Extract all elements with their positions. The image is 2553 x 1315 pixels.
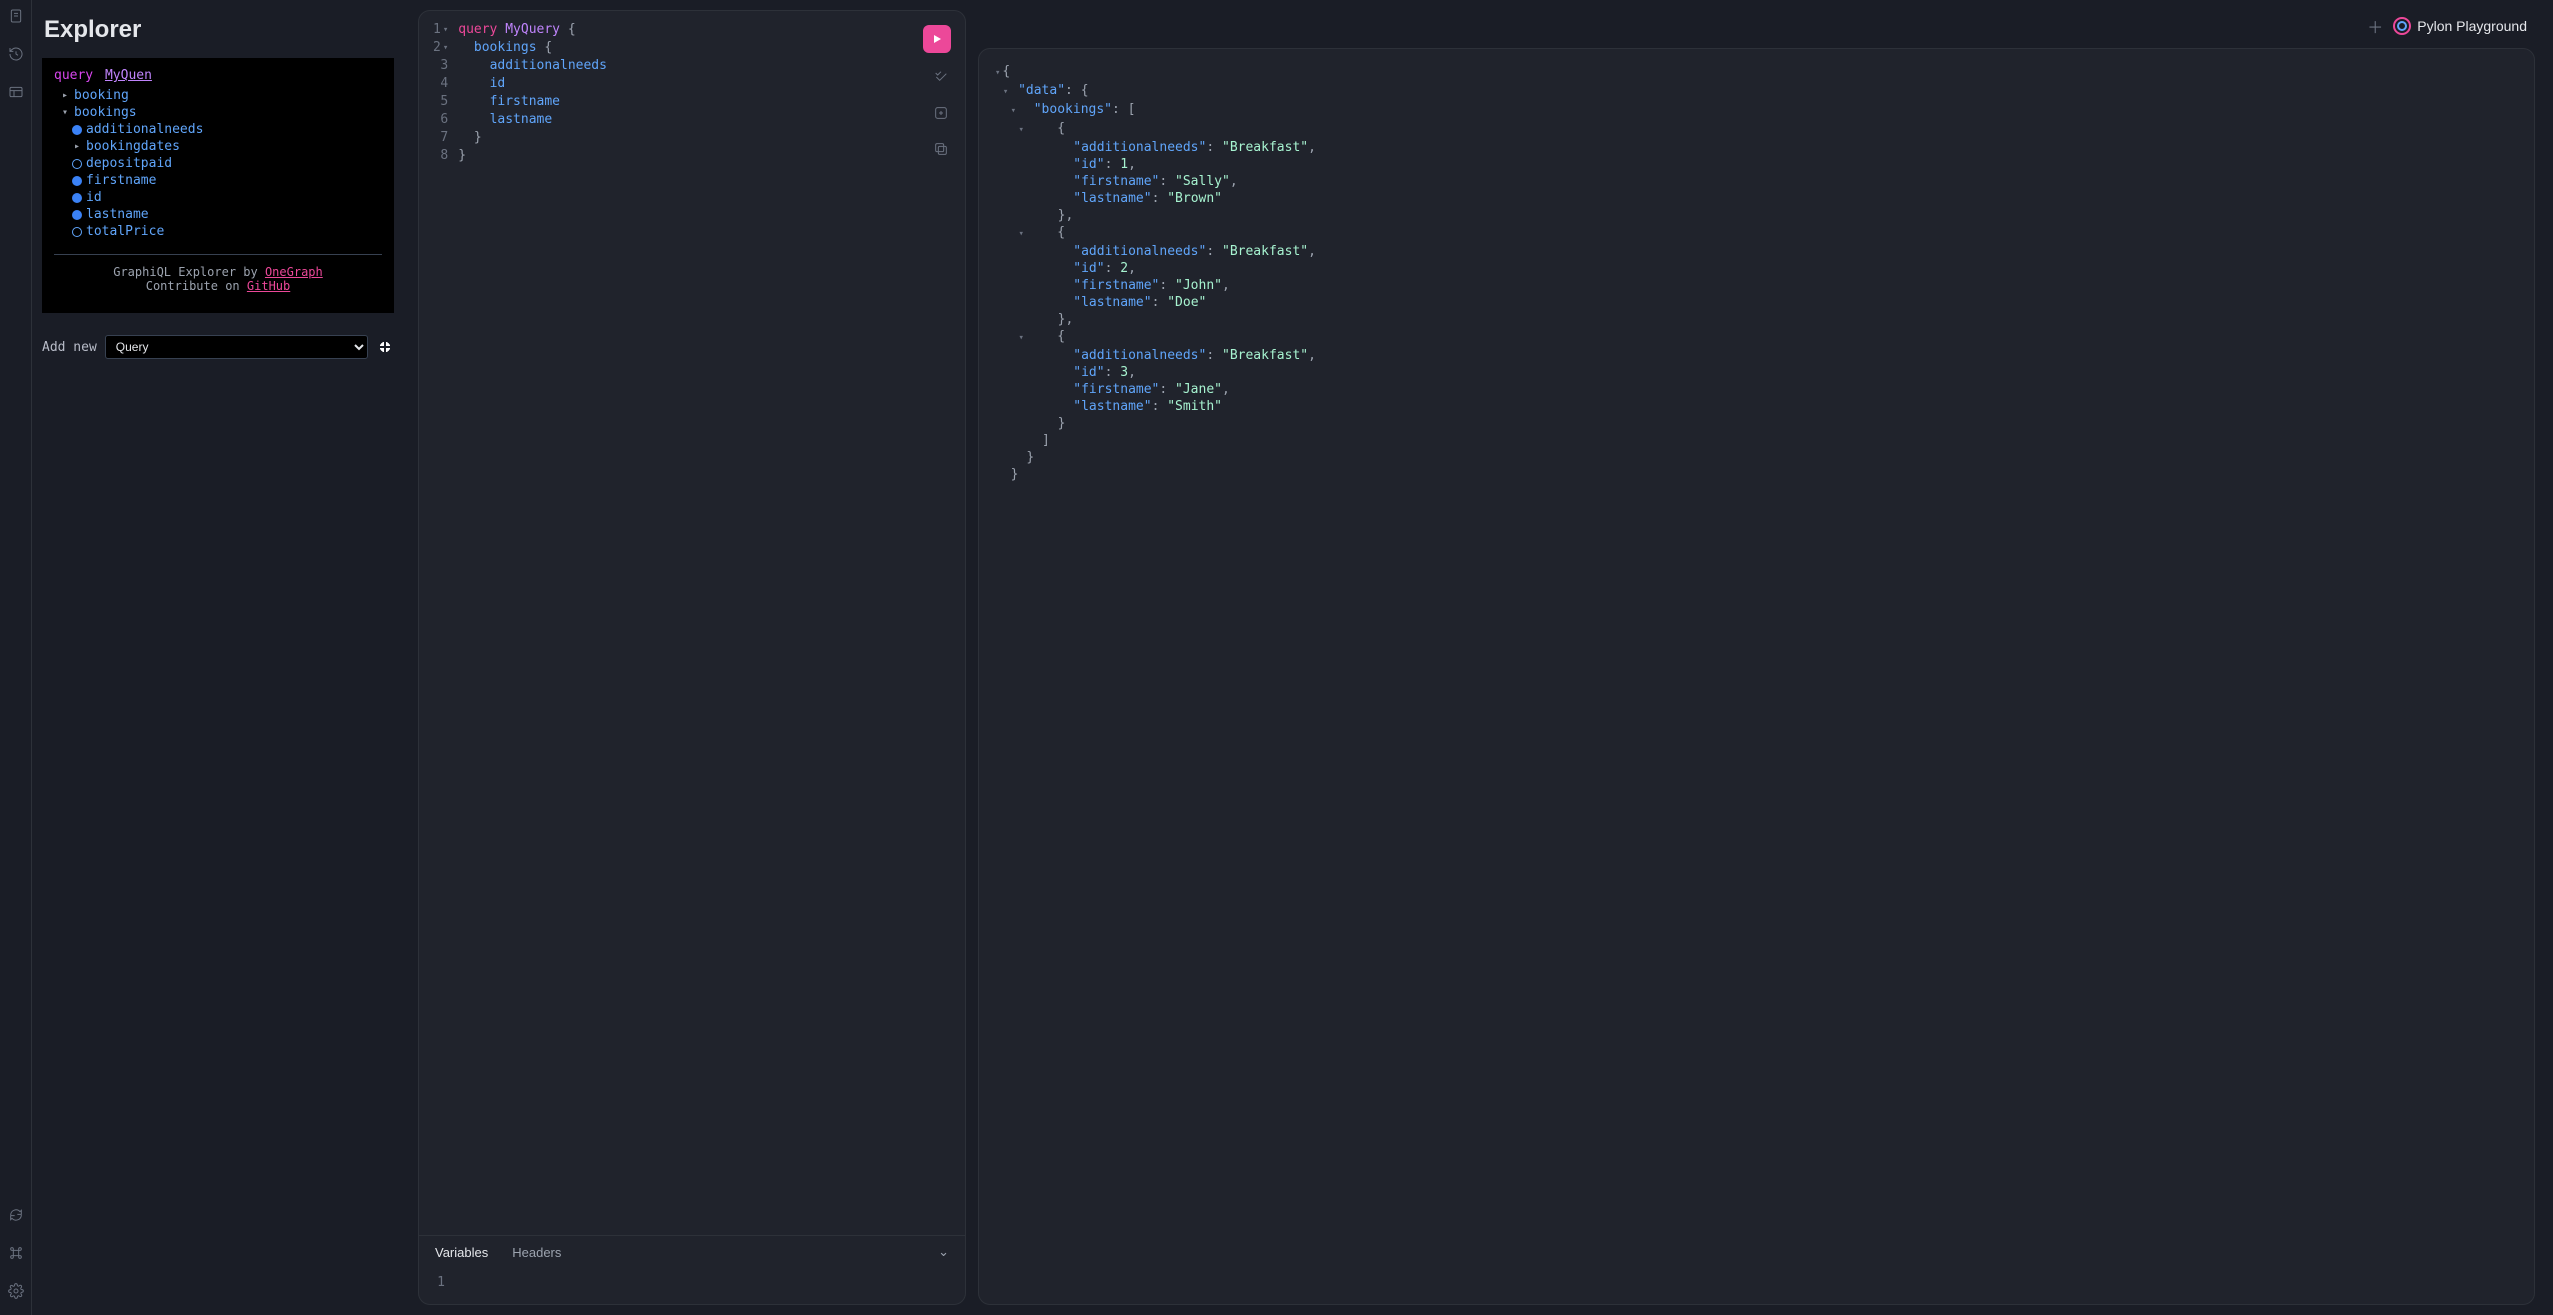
response-body[interactable]: ▾{ ▾ "data": { ▾ "bookings": [ ▾ { "addi… (978, 48, 2535, 1305)
explorer-field-bookingdates[interactable]: bookingdates (54, 138, 382, 155)
collapse-vars-icon[interactable]: ⌄ (938, 1244, 949, 1260)
line-number: 6 (433, 111, 448, 129)
unchecked-field-icon[interactable] (72, 159, 82, 169)
field-label: bookings (74, 105, 137, 120)
fold-icon[interactable]: ▾ (443, 39, 448, 57)
explorer-field-id[interactable]: id (54, 189, 382, 206)
field-label: id (86, 190, 102, 205)
explorer-field-lastname[interactable]: lastname (54, 206, 382, 223)
checked-field-icon[interactable] (72, 210, 82, 220)
editor-bottom-tabs: Variables Headers ⌄ (419, 1235, 965, 1268)
line-number: 7 (433, 129, 448, 147)
explorer-field-firstname[interactable]: firstname (54, 172, 382, 189)
explorer-body: query MyQuen booking bookings additionalne… (42, 58, 394, 313)
explorer-field-bookings[interactable]: bookings (54, 104, 382, 121)
onegraph-link[interactable]: OneGraph (265, 265, 323, 279)
brand-link[interactable]: Pylon Playground (2393, 17, 2527, 35)
line-number: 5 (433, 93, 448, 111)
response-panel: ＋ Pylon Playground ▾{ ▾ "data": { ▾ "boo… (972, 0, 2553, 1315)
github-link[interactable]: GitHub (247, 279, 290, 293)
line-number: 1 ▾ (433, 21, 448, 39)
explorer-query-header[interactable]: query MyQuen (54, 68, 382, 83)
explorer-divider (54, 254, 382, 255)
contribute-text: Contribute on (146, 279, 247, 293)
brand-label: Pylon Playground (2417, 18, 2527, 34)
explorer-field-depositpaid[interactable]: depositpaid (54, 155, 382, 172)
settings-icon[interactable] (6, 1281, 26, 1301)
explorer-icon[interactable] (6, 82, 26, 102)
explorer-credits: GraphiQL Explorer by OneGraph Contribute… (54, 265, 382, 303)
field-label: totalPrice (86, 224, 164, 239)
checked-field-icon[interactable] (72, 193, 82, 203)
explorer-field-booking[interactable]: booking (54, 87, 382, 104)
new-tab-icon[interactable]: ＋ (2367, 14, 2383, 38)
docs-icon[interactable] (6, 6, 26, 26)
tab-variables[interactable]: Variables (435, 1245, 488, 1260)
line-number: 8 (433, 147, 448, 165)
variables-editor[interactable]: 1 (419, 1268, 965, 1304)
tab-headers[interactable]: Headers (512, 1245, 561, 1260)
field-label: firstname (86, 173, 156, 188)
expand-arrow-icon[interactable] (60, 90, 70, 101)
line-number: 2 ▾ (433, 39, 448, 57)
brand-logo-icon (2393, 17, 2411, 35)
collapse-arrow-icon[interactable] (60, 107, 70, 118)
checked-field-icon[interactable] (72, 125, 82, 135)
line-number: 4 (433, 75, 448, 93)
explorer-panel: Explorer query MyQuen booking bookings add… (32, 0, 412, 1315)
add-new-button[interactable] (376, 338, 394, 356)
unchecked-field-icon[interactable] (72, 227, 82, 237)
merge-icon[interactable] (931, 103, 951, 123)
prettify-icon[interactable] (931, 67, 951, 87)
response-header: ＋ Pylon Playground (978, 10, 2535, 48)
expand-arrow-icon[interactable] (72, 141, 82, 152)
vars-line-number: 1 (435, 1274, 445, 1292)
line-number: 3 (433, 57, 448, 75)
field-label: booking (74, 88, 129, 103)
explorer-field-additionalneeds[interactable]: additionalneeds (54, 121, 382, 138)
field-label: additionalneeds (86, 122, 203, 137)
editor-panel: 1 ▾2 ▾345678 query MyQuery { bookings { … (412, 0, 972, 1315)
add-new-label: Add new (42, 340, 97, 355)
run-button[interactable] (923, 25, 951, 53)
add-new-select[interactable]: Query (105, 335, 368, 359)
fold-icon[interactable]: ▾ (443, 21, 448, 39)
field-label: bookingdates (86, 139, 180, 154)
explorer-title: Explorer (44, 16, 394, 44)
explorer-field-totalPrice[interactable]: totalPrice (54, 223, 382, 240)
add-new-row: Add new Query (42, 335, 394, 359)
app-sidebar (0, 0, 32, 1315)
field-label: lastname (86, 207, 149, 222)
query-keyword: query (54, 68, 93, 83)
editor-box: 1 ▾2 ▾345678 query MyQuery { bookings { … (418, 10, 966, 1305)
history-icon[interactable] (6, 44, 26, 64)
checked-field-icon[interactable] (72, 176, 82, 186)
query-editor[interactable]: 1 ▾2 ▾345678 query MyQuery { bookings { … (419, 11, 965, 1235)
editor-tools (931, 67, 951, 159)
query-name-input[interactable]: MyQuen (105, 68, 152, 83)
copy-icon[interactable] (931, 139, 951, 159)
field-label: depositpaid (86, 156, 172, 171)
refresh-icon[interactable] (6, 1205, 26, 1225)
shortcuts-icon[interactable] (6, 1243, 26, 1263)
credit-text: GraphiQL Explorer by (113, 265, 265, 279)
